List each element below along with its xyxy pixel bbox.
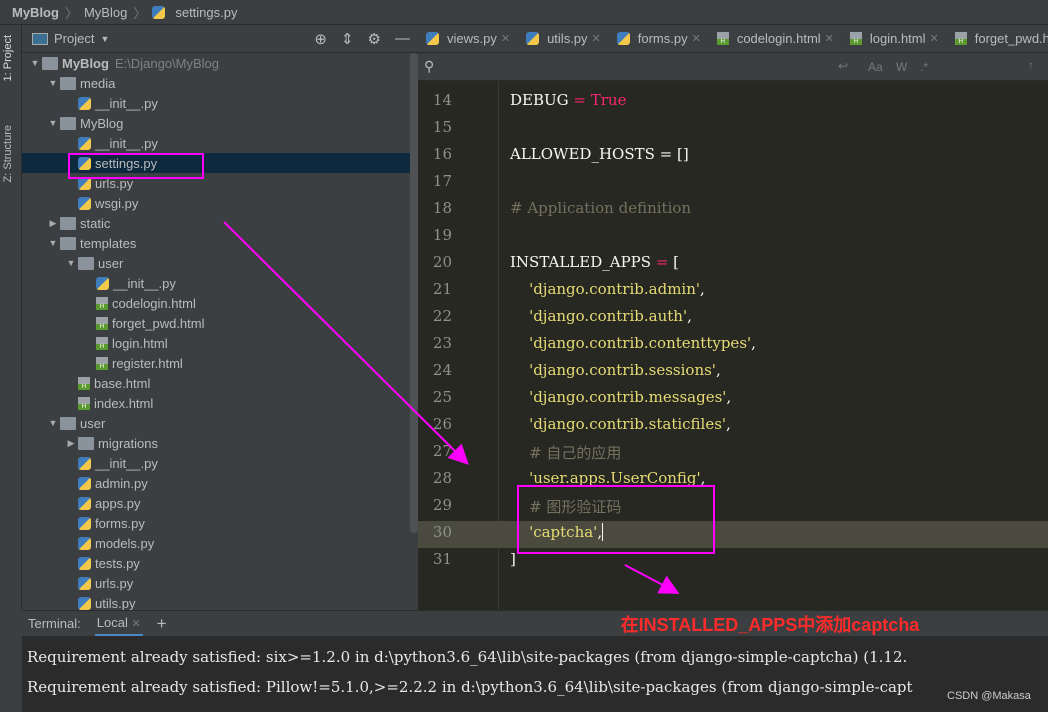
annotation-arrow xyxy=(624,564,680,594)
annotation-arrow xyxy=(223,221,469,465)
annotation-overlay xyxy=(68,153,715,594)
highlight-box-captcha xyxy=(517,485,715,554)
highlight-box-settings xyxy=(68,153,204,179)
